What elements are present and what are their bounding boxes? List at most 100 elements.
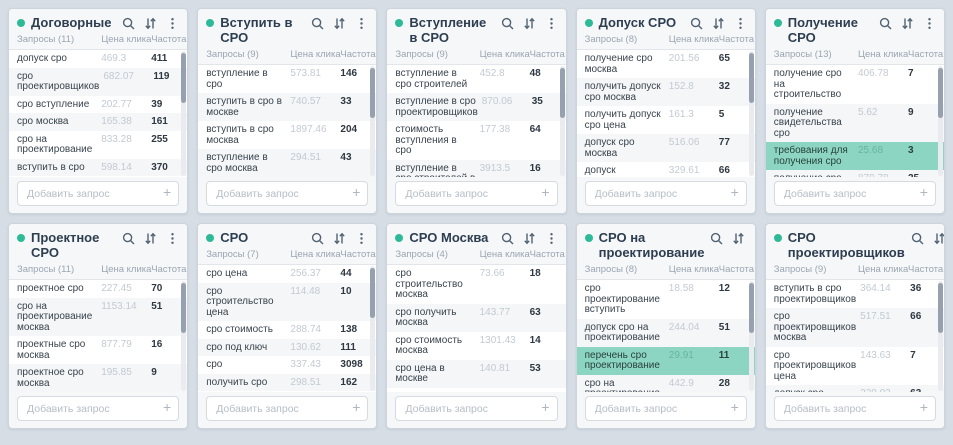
add-icon[interactable]: +	[163, 400, 171, 414]
add-query-input[interactable]	[206, 181, 368, 206]
query-row[interactable]: сро на проектирование москва1153.1451	[9, 298, 187, 337]
scrollbar-track[interactable]	[181, 281, 186, 391]
add-icon[interactable]: +	[920, 400, 928, 414]
add-query-input[interactable]	[395, 181, 557, 206]
search-icon[interactable]	[122, 232, 135, 245]
search-icon[interactable]	[710, 232, 723, 245]
scrollbar-track[interactable]	[181, 51, 186, 176]
sort-icon[interactable]	[144, 232, 157, 245]
sort-icon[interactable]	[523, 17, 536, 30]
query-row[interactable]: вступить в сро москва1897.46204	[198, 121, 376, 149]
search-icon[interactable]	[879, 17, 892, 30]
kebab-menu-icon[interactable]	[355, 17, 368, 30]
add-query-input[interactable]	[395, 396, 557, 421]
kebab-menu-icon[interactable]	[355, 232, 368, 245]
add-query-input[interactable]	[585, 396, 747, 421]
search-icon[interactable]	[690, 17, 703, 30]
add-icon[interactable]: +	[541, 185, 549, 199]
kebab-menu-icon[interactable]	[166, 232, 179, 245]
scrollbar-thumb[interactable]	[749, 53, 754, 103]
add-query-input[interactable]	[585, 181, 747, 206]
query-row[interactable]: допуск сро москва516.0677	[577, 134, 755, 162]
query-row[interactable]: допуск сро проектировщиков229.0363	[766, 385, 944, 392]
sort-icon[interactable]	[712, 17, 725, 30]
add-query-input[interactable]	[774, 181, 936, 206]
scrollbar-track[interactable]	[749, 51, 754, 176]
scrollbar-track[interactable]	[560, 66, 565, 176]
query-row[interactable]: сро под ключ130.62111	[198, 339, 376, 357]
search-icon[interactable]	[501, 17, 514, 30]
add-icon[interactable]: +	[541, 400, 549, 414]
scrollbar-thumb[interactable]	[560, 68, 565, 118]
scrollbar-track[interactable]	[938, 66, 943, 176]
query-row[interactable]: получить сро298.51162	[198, 374, 376, 392]
query-row[interactable]: сро стоимость москва1301.4314	[387, 332, 565, 360]
query-row[interactable]: сро проектировщиков682.07119	[9, 68, 187, 96]
scrollbar-thumb[interactable]	[181, 53, 186, 103]
query-row[interactable]: получение сро москва201.5665	[577, 50, 755, 78]
query-row[interactable]: сро строительство цена114.4810	[198, 283, 376, 322]
sort-icon[interactable]	[144, 17, 157, 30]
add-icon[interactable]: +	[163, 185, 171, 199]
query-row[interactable]: стоимость вступления в сро177.3864	[387, 121, 565, 160]
scrollbar-thumb[interactable]	[938, 283, 943, 333]
search-icon[interactable]	[911, 232, 924, 245]
kebab-menu-icon[interactable]	[754, 232, 755, 245]
query-row[interactable]: требования для получения сро25.683	[766, 142, 944, 170]
kebab-menu-icon[interactable]	[734, 17, 747, 30]
query-row[interactable]: получение свидетельства сро5.629	[766, 104, 944, 143]
sort-icon[interactable]	[732, 232, 745, 245]
query-row[interactable]: сро проектировщиков цена143.637	[766, 347, 944, 386]
add-query-input[interactable]	[774, 396, 936, 421]
kebab-menu-icon[interactable]	[545, 17, 558, 30]
query-row[interactable]: вступить в сро проектировщиков364.1436	[766, 280, 944, 308]
search-icon[interactable]	[311, 17, 324, 30]
query-row[interactable]: сро получить москва143.7763	[387, 304, 565, 332]
scrollbar-track[interactable]	[938, 281, 943, 391]
query-row[interactable]: вступить в сро598.14370	[9, 159, 187, 177]
add-query-input[interactable]	[17, 181, 179, 206]
query-row[interactable]: проектное сро москва195.859	[9, 364, 187, 392]
query-row[interactable]: получить допуск сро москва152.832	[577, 78, 755, 106]
add-icon[interactable]: +	[731, 185, 739, 199]
query-row[interactable]: вступить в сро в москве740.5733	[198, 93, 376, 121]
sort-icon[interactable]	[523, 232, 536, 245]
add-icon[interactable]: +	[731, 400, 739, 414]
query-row[interactable]: проектное сро227.4570	[9, 280, 187, 298]
query-row[interactable]: сро на проектирование833.28255	[9, 131, 187, 159]
scrollbar-track[interactable]	[749, 281, 754, 391]
query-row[interactable]: вступление в сро москва294.5143	[198, 149, 376, 177]
query-row[interactable]: сро цена в москве140.8153	[387, 360, 565, 388]
query-row[interactable]: сро на проектирование цена442.928	[577, 375, 755, 393]
query-row[interactable]: получение сро на проектирование879.7825	[766, 170, 944, 177]
query-row[interactable]: допуск сро469.3411	[9, 50, 187, 68]
query-row[interactable]: получение сро на строительство406.787	[766, 65, 944, 104]
scrollbar-track[interactable]	[370, 266, 375, 391]
sort-icon[interactable]	[333, 232, 346, 245]
query-row[interactable]: допуск строительного сро329.6166	[577, 162, 755, 177]
search-icon[interactable]	[311, 232, 324, 245]
query-row[interactable]: сро вступление202.7739	[9, 96, 187, 114]
query-row[interactable]: вступление в сро строителей452.848	[387, 65, 565, 93]
sort-icon[interactable]	[901, 17, 914, 30]
query-row[interactable]: сро337.433098	[198, 356, 376, 374]
kebab-menu-icon[interactable]	[545, 232, 558, 245]
add-icon[interactable]: +	[920, 185, 928, 199]
scrollbar-thumb[interactable]	[181, 283, 186, 333]
add-query-input[interactable]	[17, 396, 179, 421]
query-row[interactable]: вступление в сро проектировщиков870.0635	[387, 93, 565, 121]
scrollbar-thumb[interactable]	[370, 268, 375, 318]
query-row[interactable]: сро строительство москва73.6618	[387, 265, 565, 304]
query-row[interactable]: сро проектировщиков москва517.5166	[766, 308, 944, 347]
query-row[interactable]: вступление в сро573.81146	[198, 65, 376, 93]
query-row[interactable]: сро москва165.38161	[9, 113, 187, 131]
query-row[interactable]: проектные сро москва877.7916	[9, 336, 187, 364]
add-query-input[interactable]	[206, 396, 368, 421]
sort-icon[interactable]	[933, 232, 945, 245]
query-row[interactable]: сро цена256.3744	[198, 265, 376, 283]
sort-icon[interactable]	[333, 17, 346, 30]
query-row[interactable]: вступление в сро строителей в москве3913…	[387, 160, 565, 178]
scrollbar-track[interactable]	[370, 66, 375, 176]
scrollbar-thumb[interactable]	[938, 68, 943, 118]
scrollbar-thumb[interactable]	[370, 68, 375, 118]
